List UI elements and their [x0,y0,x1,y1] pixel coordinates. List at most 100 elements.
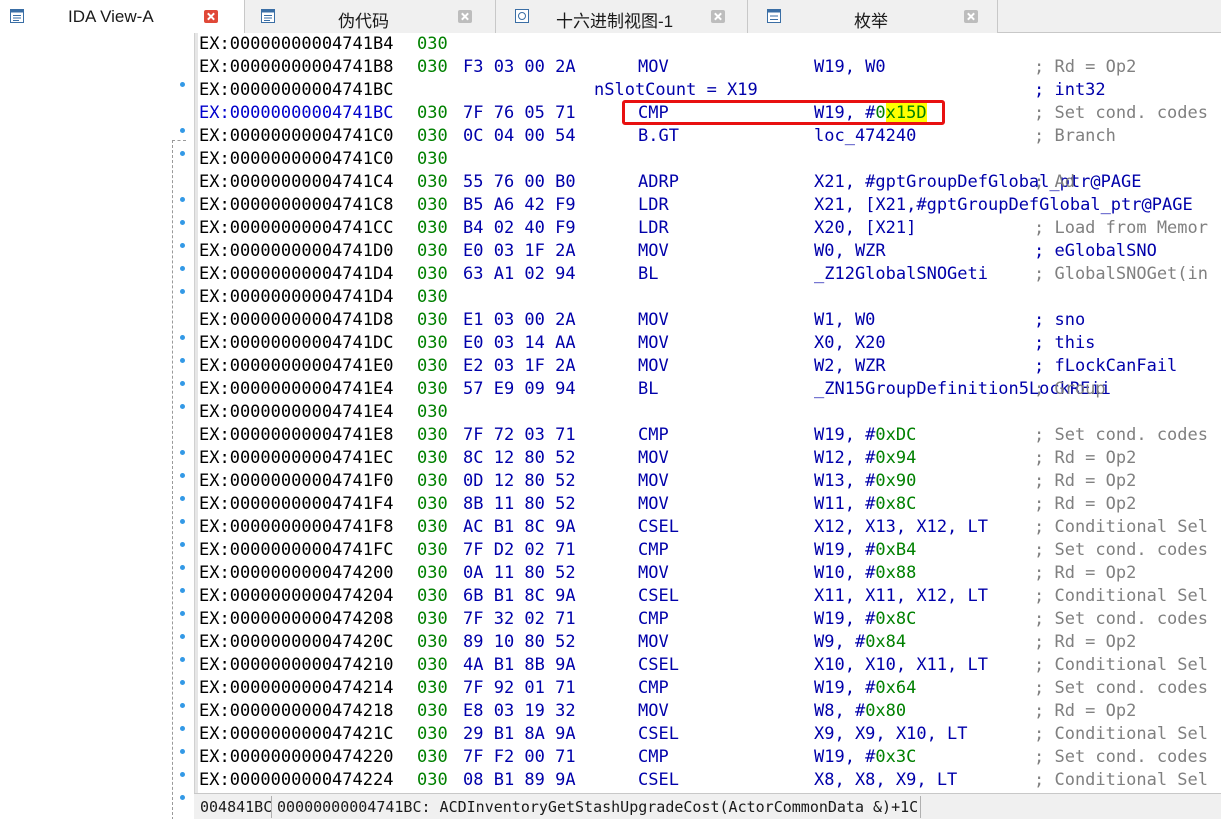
listing-line[interactable]: EX:00000000004741E8 030 7F 72 03 71 CMP W19,… [198,424,1221,447]
variable-definition[interactable]: nSlotCount = X19 [594,79,758,102]
opcode-bytes[interactable]: E2 03 1F 2A [463,355,576,378]
instruction-operands[interactable]: W8, #0x80 [814,700,906,723]
breakpoint-dot[interactable] [180,243,185,248]
instruction-mnemonic[interactable]: CSEL [638,723,679,746]
line-address[interactable]: EX:0000000000474208 [199,608,393,631]
opcode-bytes[interactable]: 7F 76 05 71 [463,102,576,125]
instruction-operands[interactable]: W1, W0 [814,309,875,332]
close-icon[interactable] [204,10,218,23]
operand-immediate[interactable]: 0x88 [875,563,916,583]
line-comment[interactable]: ; Rd = Op2 [1034,56,1136,79]
listing-line[interactable]: EX:000000000047420C 030 89 10 80 52 MOV W9, … [198,631,1221,654]
breakpoint-dot[interactable] [180,588,185,593]
instruction-mnemonic[interactable]: LDR [638,217,669,240]
listing-line[interactable]: EX:00000000004741EC 030 8C 12 80 52 MOV W12,… [198,447,1221,470]
instruction-operands[interactable]: W2, WZR [814,355,886,378]
listing-line[interactable]: EX:0000000000474218 030 E8 03 19 32 MOV W8, … [198,700,1221,723]
breakpoint-dot[interactable] [180,519,185,524]
instruction-operands[interactable]: X12, X13, X12, LT [814,516,988,539]
opcode-bytes[interactable]: 89 10 80 52 [463,631,576,654]
operand-immediate[interactable]: 0x3C [875,747,916,767]
breakpoint-dot[interactable] [180,450,185,455]
instruction-operands[interactable]: X20, [X21] [814,217,916,240]
instruction-mnemonic[interactable]: MOV [638,240,669,263]
listing-line[interactable]: EX:00000000004741E0 030 E2 03 1F 2A MOV W2, … [198,355,1221,378]
opcode-bytes[interactable]: 08 B1 89 9A [463,769,576,792]
instruction-mnemonic[interactable]: MOV [638,56,669,79]
tab-pseudocode[interactable]: 伪代码 [245,0,496,33]
breakpoint-dot[interactable] [180,772,185,777]
line-comment[interactable]: ; Conditional Sel [1034,769,1208,792]
listing-line[interactable]: EX:0000000000474210 030 4A B1 8B 9A CSEL X10… [198,654,1221,677]
instruction-mnemonic[interactable]: CSEL [638,654,679,677]
line-address[interactable]: EX:00000000004741F4 [199,493,393,516]
line-address[interactable]: EX:00000000004741C0 [199,148,393,171]
instruction-operands[interactable]: W19, W0 [814,56,886,79]
line-comment[interactable]: ; Branch [1034,125,1116,148]
opcode-bytes[interactable]: 8C 12 80 52 [463,447,576,470]
breakpoint-dot[interactable] [180,335,185,340]
line-comment[interactable]: ; Set cond. codes [1034,539,1208,562]
line-address[interactable]: EX:00000000004741BC [199,102,393,125]
instruction-mnemonic[interactable]: MOV [638,309,669,332]
line-comment[interactable]: ; Rd = Op2 [1034,700,1136,723]
line-segment[interactable]: 030 [417,608,448,631]
listing-line[interactable]: EX:00000000004741DC 030 E0 03 14 AA MOV X0, … [198,332,1221,355]
opcode-bytes[interactable]: 4A B1 8B 9A [463,654,576,677]
breakpoint-dot[interactable] [180,220,185,225]
instruction-operands[interactable]: W0, WZR [814,240,886,263]
instruction-mnemonic[interactable]: MOV [638,700,669,723]
instruction-operands[interactable]: W9, #0x84 [814,631,906,654]
line-address[interactable]: EX:00000000004741E4 [199,378,393,401]
opcode-bytes[interactable]: F3 03 00 2A [463,56,576,79]
line-address[interactable]: EX:0000000000474210 [199,654,393,677]
line-segment[interactable]: 030 [417,401,448,424]
line-address[interactable]: EX:00000000004741B8 [199,56,393,79]
line-address[interactable]: EX:0000000000474214 [199,677,393,700]
instruction-mnemonic[interactable]: CSEL [638,769,679,792]
line-address[interactable]: EX:00000000004741BC [199,79,393,102]
instruction-operands[interactable]: W19, #0x3C [814,746,916,769]
opcode-bytes[interactable]: 7F 72 03 71 [463,424,576,447]
instruction-operands[interactable]: X10, X10, X11, LT [814,654,988,677]
line-comment[interactable]: ; eGlobalSNO [1034,240,1157,263]
breakpoint-dot[interactable] [180,795,185,800]
line-comment[interactable]: ; Group [1034,378,1106,401]
listing-line[interactable]: EX:00000000004741F8 030 AC B1 8C 9A CSEL X12… [198,516,1221,539]
line-segment[interactable]: 030 [417,700,448,723]
instruction-mnemonic[interactable]: MOV [638,355,669,378]
line-segment[interactable]: 030 [417,769,448,792]
tab-enums[interactable]: 枚举 [748,0,998,33]
instruction-mnemonic[interactable]: BL [638,378,658,401]
opcode-bytes[interactable]: E1 03 00 2A [463,309,576,332]
line-segment[interactable]: 030 [417,378,448,401]
line-segment[interactable]: 030 [417,125,448,148]
line-address[interactable]: EX:00000000004741FC [199,539,393,562]
line-address[interactable]: EX:00000000004741C0 [199,125,393,148]
line-address[interactable]: EX:00000000004741D0 [199,240,393,263]
operand-immediate[interactable]: 0xB4 [875,540,916,560]
breakpoint-dot[interactable] [180,611,185,616]
close-icon[interactable] [458,10,472,23]
instruction-operands[interactable]: X21, [X21,#gptGroupDefGlobal_ptr@PAGE [814,194,1193,217]
line-address[interactable]: EX:00000000004741F0 [199,470,393,493]
instruction-operands[interactable]: X11, X11, X12, LT [814,585,988,608]
listing-line[interactable]: EX:0000000000474224 030 08 B1 89 9A CSEL X8,… [198,769,1221,792]
line-segment[interactable]: 030 [417,516,448,539]
line-comment[interactable]: ; int32 [1034,79,1106,102]
line-address[interactable]: EX:00000000004741D8 [199,309,393,332]
breakpoint-dot[interactable] [180,680,185,685]
instruction-operands[interactable]: X21, #gptGroupDefGlobal_ptr@PAGE [814,171,1142,194]
instruction-mnemonic[interactable]: BL [638,263,658,286]
instruction-operands[interactable]: W11, #0x8C [814,493,916,516]
tab-hex-view-1[interactable]: 十六进制视图-1 [496,0,748,33]
line-segment[interactable]: 030 [417,539,448,562]
line-comment[interactable]: ; Rd = Op2 [1034,562,1136,585]
line-address[interactable]: EX:00000000004741EC [199,447,393,470]
line-comment[interactable]: ; Set cond. codes [1034,608,1208,631]
opcode-bytes[interactable]: 6B B1 8C 9A [463,585,576,608]
line-comment[interactable]: ; Rd = Op2 [1034,447,1136,470]
instruction-mnemonic[interactable]: CMP [638,424,669,447]
opcode-bytes[interactable]: 55 76 00 B0 [463,171,576,194]
line-segment[interactable]: 030 [417,56,448,79]
